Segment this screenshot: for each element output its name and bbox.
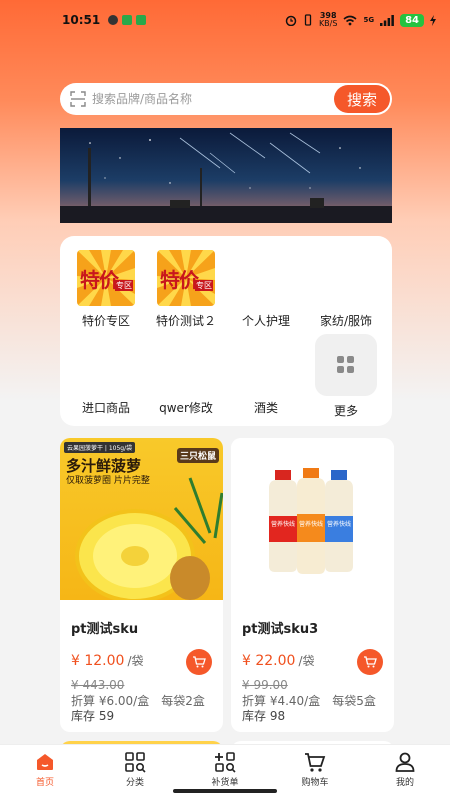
badge-big-text: 特价 [160,268,199,292]
search-button[interactable]: 搜索 [334,85,390,113]
tab-label: 补货单 [211,778,239,788]
category-qwer[interactable]: qwer修改 [146,399,226,416]
cart-icon [364,656,377,668]
cart-icon [193,656,206,668]
search-input[interactable] [92,92,334,106]
net-speed-unit: KB/S [318,19,338,28]
signal-type: 5G [363,16,375,24]
wifi-icon [343,15,357,25]
original-price: ¥ 99.00 [242,678,288,692]
home-indicator[interactable] [173,789,277,793]
tab-cart[interactable]: 购物车 [270,745,360,800]
bottle-label-red: 营养快线 [270,521,295,528]
category-label: 特价测试２ [155,314,216,328]
product-price: ¥ 12.00 [71,653,125,669]
tab-label: 分类 [125,778,144,788]
status-time: 10:51 [62,13,101,27]
status-bar: 10:51 398 KB/S 5G 84 [0,0,450,40]
category-search-icon [125,752,146,773]
charging-icon [430,14,436,26]
tab-label: 我的 [395,778,414,788]
status-right: 398 KB/S 5G 84 [285,12,436,28]
home-icon [37,754,53,770]
category-imported[interactable]: 进口商品 [66,399,146,416]
category-personal-care[interactable]: 个人护理 [226,312,306,329]
special-offer-badge: 特价 专区 [157,250,215,306]
more-box [315,334,377,396]
category-special-test[interactable]: 特价 专区 特价测试２ [146,250,226,329]
cart-icon [305,753,326,772]
original-price: ¥ 443.00 [71,678,125,692]
grid-icon [337,356,354,373]
alarm-icon [285,15,297,26]
category-label: 个人护理 [241,314,290,328]
stock-count: 库存 59 [71,709,115,723]
product-name: pt测试sku3 [242,622,319,637]
tab-label: 首页 [35,778,54,788]
category-liquor[interactable]: 酒类 [226,399,306,416]
scan-icon[interactable] [70,91,86,107]
product-image: 营养快线 营养快线 营养快线 [231,438,394,600]
add-to-cart-button[interactable] [357,649,383,675]
category-label: 酒类 [253,401,278,415]
tab-category[interactable]: 分类 [90,745,180,800]
category-label: qwer修改 [159,401,213,415]
category-more[interactable]: 更多 [306,334,386,419]
product-unit: /袋 [298,654,315,668]
tab-home[interactable]: 首页 [0,745,90,800]
net-speed: 398 KB/S [319,12,338,28]
vibrate-icon [304,14,312,26]
battery-level: 84 [400,13,424,27]
product-card[interactable]: 营养快线 营养快线 营养快线 pt测试sku3 ¥ 22.00 /袋 ¥ 99.… [231,438,394,732]
badge-small-text: 专区 [195,280,213,291]
shield-icon [122,15,133,25]
category-label: 特价专区 [81,314,130,328]
banner-image[interactable] [60,128,392,223]
product-unit: /袋 [127,654,144,668]
product-card[interactable]: 云果园菠萝干 | 105g/袋 三只松鼠 多汁鲜菠萝 仅取菠萝圈 片片完整 pt… [60,438,223,732]
product-image: 云果园菠萝干 | 105g/袋 三只松鼠 多汁鲜菠萝 仅取菠萝圈 片片完整 [60,438,223,600]
notification-icons [108,15,147,25]
add-to-cart-button[interactable] [186,649,212,675]
restock-icon [215,752,236,773]
app-icon [136,15,147,25]
category-grid: 特价 专区 特价专区 特价 专区 特价测试２ 个人护理 家纺/服饰 进口商品 q… [60,236,392,426]
tab-label: 购物车 [301,778,329,788]
product-name: pt测试sku [71,622,139,637]
category-label: 家纺/服饰 [319,314,373,328]
pineapple-slices-image [75,477,223,600]
badge-small-text: 专区 [115,280,133,291]
bottle-label-orange: 营养快线 [298,521,323,528]
price-row: ¥ 12.00 /袋 [71,652,143,669]
category-special-offer[interactable]: 特价 专区 特价专区 [66,250,146,329]
night-sky-image [60,128,392,223]
badge-big-text: 特价 [80,268,119,292]
search-bar[interactable]: 搜索 [60,83,392,115]
category-textiles-apparel[interactable]: 家纺/服饰 [306,312,386,329]
product-price: ¥ 22.00 [242,653,296,669]
category-label: 更多 [333,404,358,418]
bottle-label-blue: 营养快线 [326,521,351,528]
user-icon [395,752,415,772]
stock-count: 库存 98 [242,709,286,723]
special-offer-badge: 特价 专区 [77,250,135,306]
signal-icon [380,14,394,26]
category-label: 进口商品 [81,401,130,415]
wechat-icon [108,15,119,25]
tab-profile[interactable]: 我的 [360,745,450,800]
price-row: ¥ 22.00 /袋 [242,652,314,669]
